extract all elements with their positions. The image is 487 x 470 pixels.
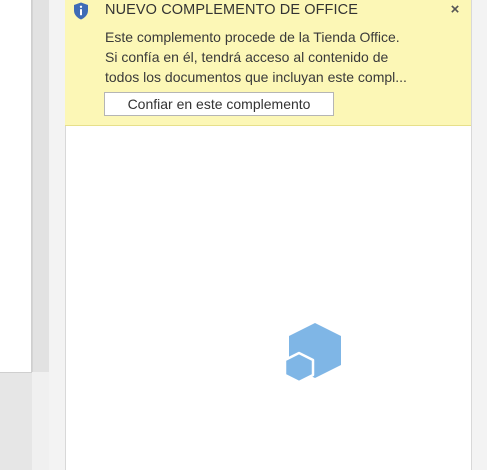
office-addin-hexagon-icon — [284, 323, 341, 384]
notification-line: Este complemento procede de la Tienda Of… — [105, 29, 400, 45]
document-area — [0, 0, 32, 470]
trust-addin-button[interactable]: Confiar en este complemento — [104, 92, 334, 116]
notification-line: todos los documentos que incluyan este c… — [105, 69, 407, 85]
document-page[interactable] — [0, 0, 32, 373]
document-scrollbar-thumb[interactable] — [32, 0, 49, 372]
info-shield-icon — [74, 2, 88, 20]
notification-title: NUEVO COMPLEMENTO DE OFFICE — [105, 2, 358, 18]
close-notification-button[interactable]: × — [447, 1, 463, 19]
notification-line: Si confía en él, tendrá acceso al conten… — [105, 49, 389, 65]
addin-trust-notification: NUEVO COMPLEMENTO DE OFFICE × Este compl… — [65, 0, 471, 126]
addin-task-pane: NUEVO COMPLEMENTO DE OFFICE × Este compl… — [49, 0, 487, 470]
notification-message: Este complemento procede de la Tienda Of… — [105, 27, 427, 87]
